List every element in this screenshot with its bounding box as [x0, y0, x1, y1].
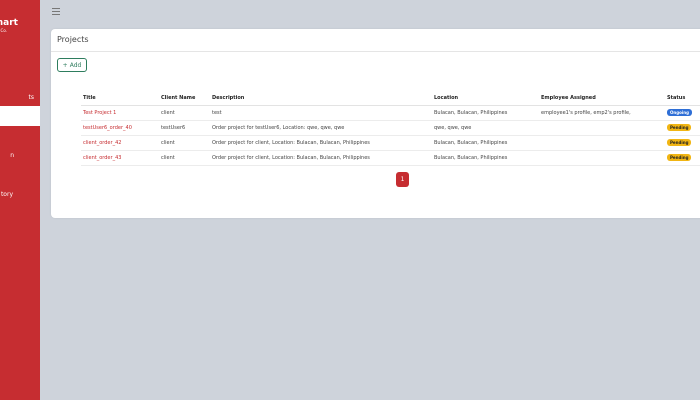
sidebar-item-projects[interactable]: ts [29, 94, 34, 101]
employee-assigned [539, 120, 665, 136]
brand-logo-text: mart [0, 18, 18, 28]
description: Order project for client, Location: Bula… [210, 135, 432, 151]
description: test [210, 105, 432, 121]
table-row: testUser6_order_40 testUser6 Order proje… [81, 120, 700, 136]
sidebar: mart Co. ts n tory [0, 0, 40, 400]
projects-card: Projects + Add Title Client Name Descrip… [51, 29, 700, 218]
location: Bulacan, Bulacan, Philippines [432, 105, 539, 121]
col-client-name[interactable]: Client Name [159, 91, 210, 106]
col-description[interactable]: Description [210, 91, 432, 106]
description: Order project for testUser6, Location: q… [210, 120, 432, 136]
location: Bulacan, Bulacan, Philippines [432, 150, 539, 166]
client-name: client [159, 150, 210, 166]
status-cell: Ongoing [665, 105, 700, 121]
pagination-page-1[interactable]: 1 [396, 172, 409, 187]
table-row: Test Project 1 client test Bulacan, Bula… [81, 105, 700, 121]
table-row: client_order_43 client Order project for… [81, 150, 700, 166]
location: qwe, qwe, qwe [432, 120, 539, 136]
client-name: client [159, 105, 210, 121]
client-name: testUser6 [159, 120, 210, 136]
topbar [40, 0, 700, 26]
status-badge: Pending [667, 154, 692, 161]
status-cell: Pending [665, 150, 700, 166]
page-title: Projects [57, 35, 89, 44]
col-location[interactable]: Location [432, 91, 539, 106]
table-header-row: Title Client Name Description Location E… [81, 91, 700, 106]
employee-assigned: employee1's profile, emp2's profile, [539, 105, 665, 121]
brand-subtitle: Co. [0, 28, 7, 33]
add-project-button[interactable]: + Add [57, 58, 87, 72]
add-button-label: Add [69, 61, 82, 69]
project-title-link[interactable]: client_order_42 [81, 135, 159, 151]
status-cell: Pending [665, 135, 700, 151]
col-status[interactable]: Status [665, 91, 700, 106]
projects-table: Title Client Name Description Location E… [81, 91, 700, 166]
sidebar-item-inventory[interactable]: tory [1, 191, 13, 198]
project-title-link[interactable]: Test Project 1 [81, 105, 159, 121]
project-title-link[interactable]: testUser6_order_40 [81, 120, 159, 136]
status-badge: Pending [667, 139, 692, 146]
col-title[interactable]: Title [81, 91, 159, 106]
description: Order project for client, Location: Bula… [210, 150, 432, 166]
project-title-link[interactable]: client_order_43 [81, 150, 159, 166]
status-badge: Pending [667, 124, 692, 131]
col-employee-assigned[interactable]: Employee Assigned [539, 91, 665, 106]
location: Bulacan, Bulacan, Philippines [432, 135, 539, 151]
sidebar-item-active[interactable] [0, 106, 40, 126]
sidebar-item-other[interactable]: n [10, 152, 14, 159]
employee-assigned [539, 150, 665, 166]
card-header: Projects [51, 29, 700, 52]
status-badge: Ongoing [667, 109, 692, 116]
hamburger-icon[interactable] [52, 8, 60, 15]
client-name: client [159, 135, 210, 151]
plus-icon: + [62, 61, 68, 69]
status-cell: Pending [665, 120, 700, 136]
employee-assigned [539, 135, 665, 151]
table-row: client_order_42 client Order project for… [81, 135, 700, 151]
